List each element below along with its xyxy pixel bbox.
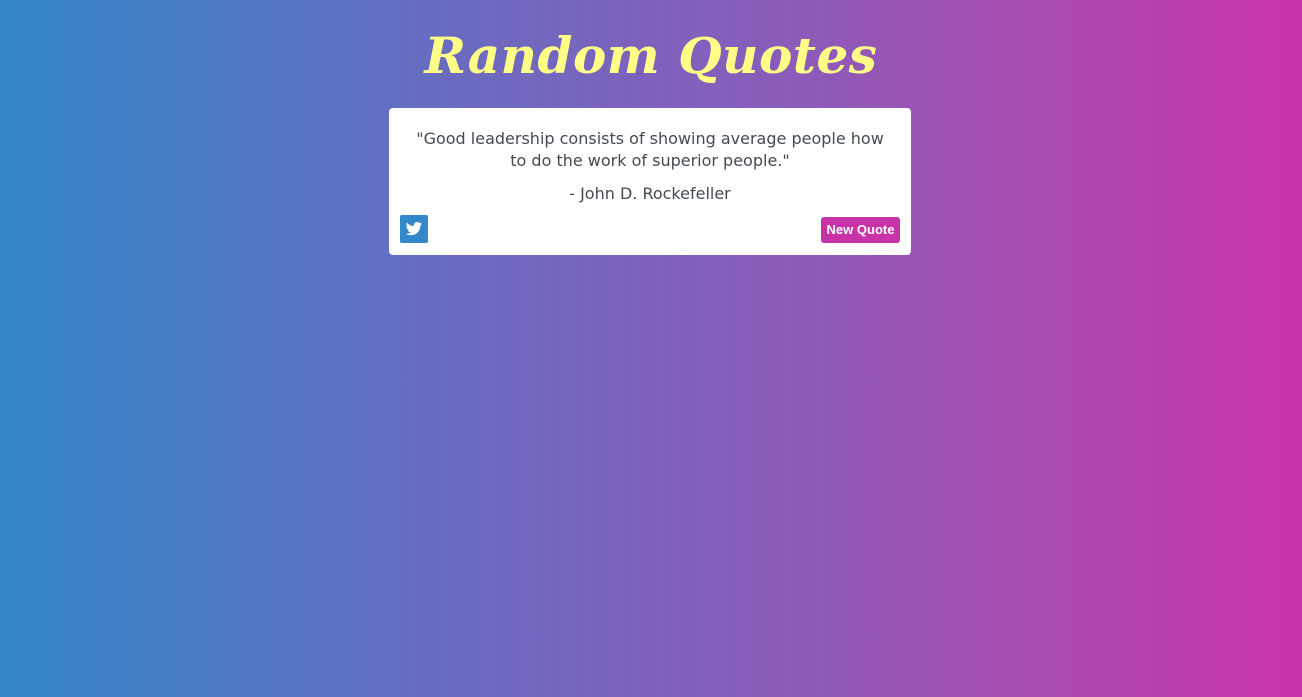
quote-text: "Good leadership consists of showing ave… [416, 129, 884, 170]
new-quote-button[interactable]: New Quote [821, 217, 900, 243]
quote-author: - John D. Rockefeller [569, 184, 731, 203]
tweet-button[interactable] [400, 215, 428, 243]
page-title: Random Quotes [424, 26, 878, 85]
twitter-icon [405, 221, 423, 236]
quote-card: "Good leadership consists of showing ave… [389, 108, 911, 255]
